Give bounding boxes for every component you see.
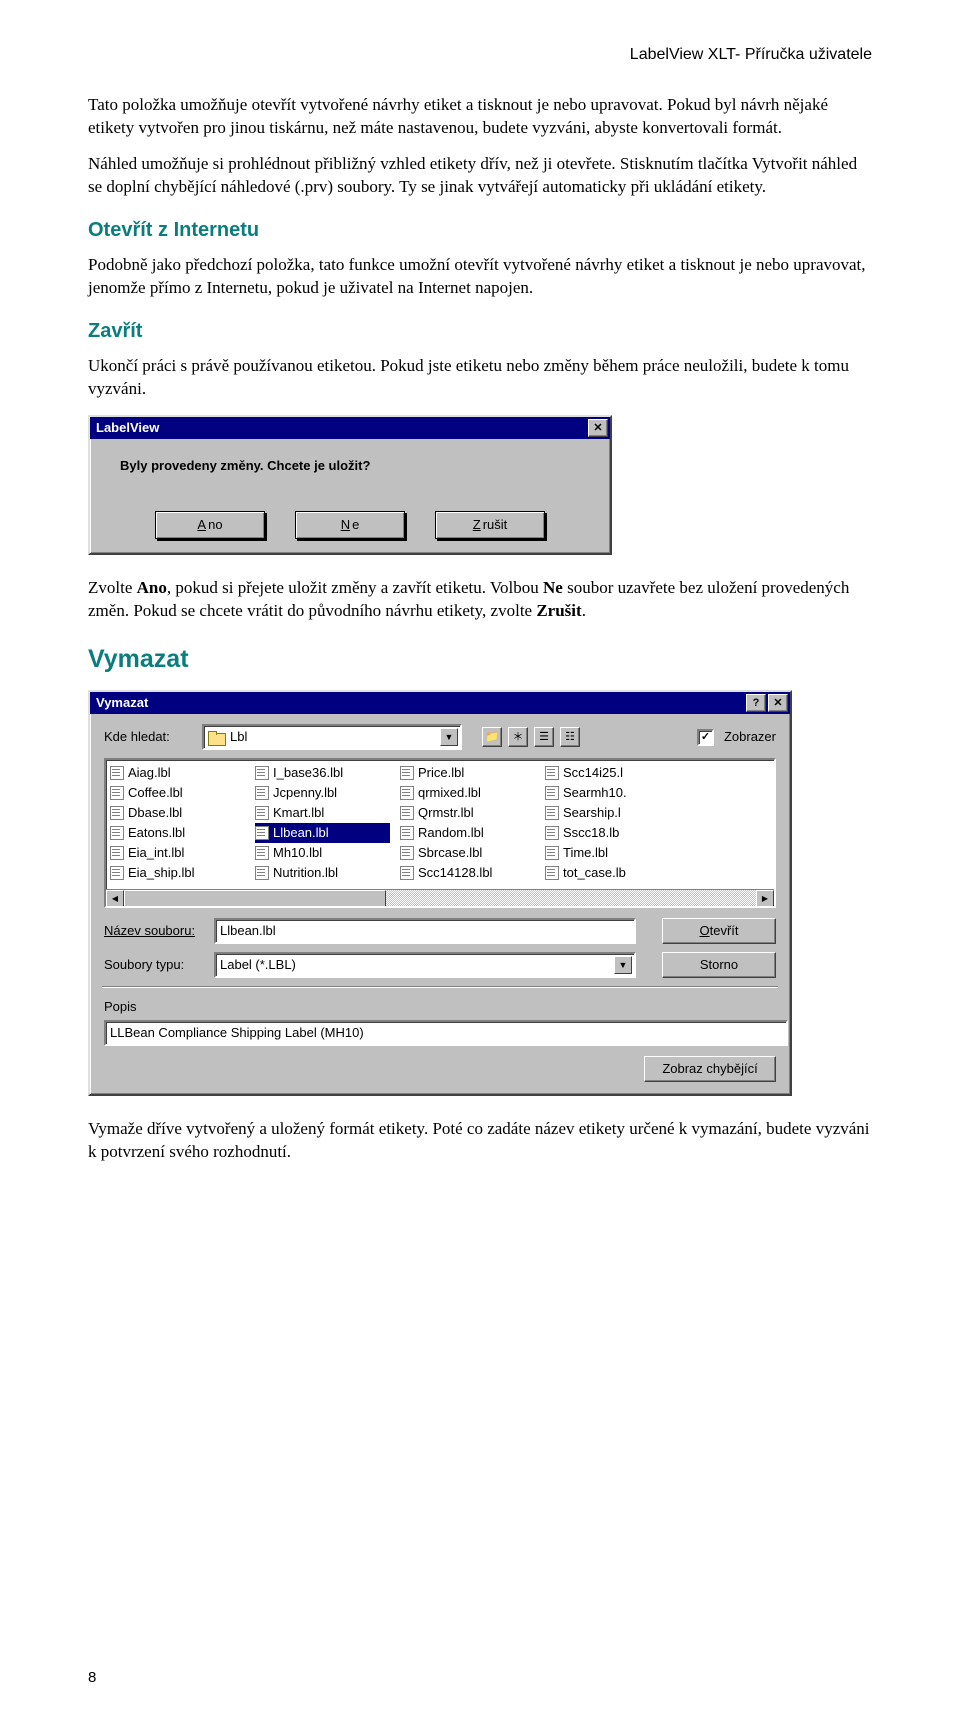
cancel-button[interactable]: Zrušit — [435, 511, 545, 539]
file-icon — [255, 806, 269, 820]
paragraph: Podobně jako předchozí položka, tato fun… — [88, 254, 872, 300]
dialog-message: Byly provedeny změny. Chcete je uložit? — [102, 453, 598, 491]
new-folder-icon[interactable]: ＊ — [508, 727, 528, 747]
close-icon[interactable]: ✕ — [768, 694, 788, 712]
file-icon — [110, 806, 124, 820]
list-item[interactable]: Kmart.lbl — [255, 803, 390, 823]
yes-button[interactable]: Ano — [155, 511, 265, 539]
list-item[interactable]: Eia_ship.lbl — [110, 863, 245, 883]
file-icon — [400, 766, 414, 780]
filetype-label: Soubory typu: — [104, 956, 208, 974]
list-item[interactable]: tot_case.lb — [545, 863, 680, 883]
horizontal-scrollbar[interactable]: ◀ ▶ — [106, 889, 774, 906]
file-icon — [545, 766, 559, 780]
paragraph: Náhled umožňuje si prohlédnout přibližný… — [88, 153, 872, 199]
cancel-button[interactable]: Storno — [662, 952, 776, 978]
list-item[interactable]: Llbean.lbl — [255, 823, 390, 843]
list-item[interactable]: Eia_int.lbl — [110, 843, 245, 863]
paragraph: Zvolte Ano, pokud si přejete uložit změn… — [88, 577, 872, 623]
heading-close: Zavřít — [88, 318, 872, 345]
list-item[interactable]: Aiag.lbl — [110, 763, 245, 783]
file-icon — [110, 846, 124, 860]
file-icon — [110, 766, 124, 780]
list-item[interactable]: Dbase.lbl — [110, 803, 245, 823]
list-item[interactable]: Scc14128.lbl — [400, 863, 535, 883]
list-item[interactable]: qrmixed.lbl — [400, 783, 535, 803]
filetype-combo[interactable]: Label (*.LBL) ▼ — [214, 952, 636, 978]
heading-delete: Vymazat — [88, 643, 872, 677]
file-icon — [255, 826, 269, 840]
preview-label: Zobrazer — [724, 728, 776, 746]
description-label: Popis — [104, 998, 776, 1016]
heading-open-internet: Otevřít z Internetu — [88, 217, 872, 244]
list-item[interactable]: Mh10.lbl — [255, 843, 390, 863]
file-icon — [545, 786, 559, 800]
description-field: LLBean Compliance Shipping Label (MH10) — [104, 1020, 788, 1046]
list-item[interactable]: Searmh10. — [545, 783, 680, 803]
file-icon — [255, 866, 269, 880]
list-item[interactable]: Sbrcase.lbl — [400, 843, 535, 863]
file-list[interactable]: Aiag.lblCoffee.lblDbase.lblEatons.lblEia… — [104, 758, 776, 908]
file-icon — [545, 806, 559, 820]
list-item[interactable]: Eatons.lbl — [110, 823, 245, 843]
file-icon — [400, 806, 414, 820]
up-folder-icon[interactable]: 📁 — [482, 727, 502, 747]
chevron-down-icon[interactable]: ▼ — [440, 728, 458, 746]
list-item[interactable]: Qrmstr.lbl — [400, 803, 535, 823]
no-button[interactable]: Ne — [295, 511, 405, 539]
help-icon[interactable]: ? — [746, 694, 766, 712]
file-icon — [545, 866, 559, 880]
close-icon[interactable]: ✕ — [588, 419, 608, 437]
file-icon — [255, 766, 269, 780]
lookin-label: Kde hledat: — [104, 728, 196, 746]
list-item[interactable]: Price.lbl — [400, 763, 535, 783]
scroll-right-icon[interactable]: ▶ — [756, 890, 774, 908]
scroll-left-icon[interactable]: ◀ — [106, 890, 124, 908]
file-icon — [110, 826, 124, 840]
open-button[interactable]: Otevřít — [662, 918, 776, 944]
list-item[interactable]: Searship.l — [545, 803, 680, 823]
doc-header: LabelView XLT- Příručka uživatele — [88, 44, 872, 66]
details-view-icon[interactable]: ☷ — [560, 727, 580, 747]
paragraph: Tato položka umožňuje otevřít vytvořené … — [88, 94, 872, 140]
dialog-title: Vymazat — [96, 694, 148, 712]
delete-file-dialog: Vymazat ? ✕ Kde hledat: Lbl ▼ 📁 ＊ ☰ ☷ ✓ — [88, 690, 792, 1096]
file-icon — [400, 786, 414, 800]
filename-field[interactable]: Llbean.lbl — [214, 918, 636, 944]
file-icon — [255, 846, 269, 860]
file-icon — [110, 786, 124, 800]
save-changes-dialog: LabelView ✕ Byly provedeny změny. Chcete… — [88, 415, 612, 555]
file-icon — [400, 826, 414, 840]
filename-label: Název souboru: — [104, 922, 208, 940]
folder-icon — [208, 731, 224, 744]
paragraph: Ukončí práci s právě používanou etiketou… — [88, 355, 872, 401]
file-icon — [400, 866, 414, 880]
paragraph: Vymaže dříve vytvořený a uložený formát … — [88, 1118, 872, 1164]
file-icon — [255, 786, 269, 800]
list-item[interactable]: Time.lbl — [545, 843, 680, 863]
file-icon — [400, 846, 414, 860]
dialog-title: LabelView — [96, 419, 159, 437]
list-item[interactable]: Jcpenny.lbl — [255, 783, 390, 803]
lookin-combo[interactable]: Lbl ▼ — [202, 724, 462, 750]
list-item[interactable]: Scc14i25.l — [545, 763, 680, 783]
chevron-down-icon[interactable]: ▼ — [614, 956, 632, 974]
list-view-icon[interactable]: ☰ — [534, 727, 554, 747]
file-icon — [110, 866, 124, 880]
list-item[interactable]: I_base36.lbl — [255, 763, 390, 783]
page-number: 8 — [88, 1668, 96, 1688]
show-missing-button[interactable]: Zobraz chybějící — [644, 1056, 776, 1082]
list-item[interactable]: Coffee.lbl — [110, 783, 245, 803]
file-icon — [545, 846, 559, 860]
preview-checkbox[interactable]: ✓ — [697, 729, 714, 746]
file-icon — [545, 826, 559, 840]
list-item[interactable]: Nutrition.lbl — [255, 863, 390, 883]
list-item[interactable]: Sscc18.lb — [545, 823, 680, 843]
list-item[interactable]: Random.lbl — [400, 823, 535, 843]
